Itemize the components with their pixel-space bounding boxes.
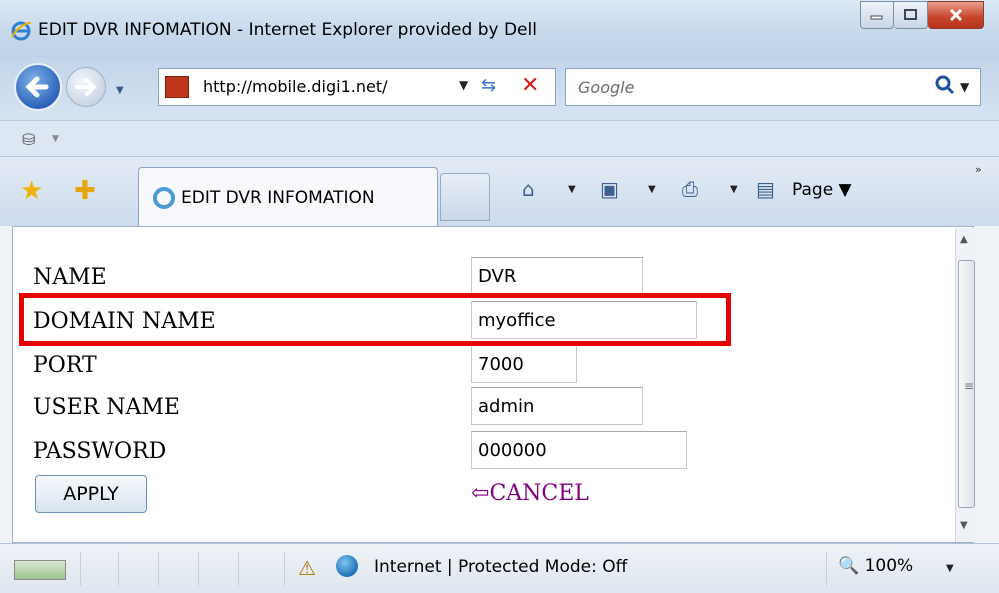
status-divider — [284, 552, 285, 586]
maximize-button[interactable] — [894, 1, 928, 29]
close-button[interactable] — [928, 1, 984, 29]
scroll-grip-icon: ≡ — [964, 379, 975, 393]
progress-indicator — [14, 560, 66, 580]
back-arrow-icon — [25, 76, 49, 98]
new-tab-button[interactable] — [440, 173, 490, 221]
tab-label: EDIT DVR INFOMATION — [181, 188, 375, 208]
address-bar[interactable]: http://mobile.digi1.net/ ▼ ⇆ ✕ — [158, 68, 556, 106]
security-zone-text[interactable]: Internet | Protected Mode: Off — [374, 557, 627, 577]
scroll-down-icon[interactable]: ▼ — [960, 520, 968, 531]
print-dropdown-icon[interactable]: ▼ — [730, 184, 738, 195]
window-title: EDIT DVR INFOMATION - Internet Explorer … — [38, 20, 537, 40]
page-icon[interactable]: ▤ — [756, 177, 775, 201]
connection-icon[interactable]: ⛁ — [22, 130, 35, 149]
site-favicon-icon — [165, 76, 189, 98]
scroll-thumb[interactable]: ≡ — [958, 260, 975, 508]
minimize-button[interactable] — [860, 1, 894, 29]
tab-bar: ★ ✚ EDIT DVR INFOMATION ⌂ ▼ ▣ ▼ ⎙ ▼ ▤ Pa… — [0, 156, 999, 227]
maximize-icon — [903, 9, 917, 20]
zoom-dropdown-icon[interactable]: ▼ — [946, 563, 954, 574]
domain-name-highlight-box — [19, 293, 731, 346]
close-icon — [949, 8, 962, 22]
feeds-dropdown-icon[interactable]: ▼ — [648, 184, 656, 195]
search-box[interactable]: Google ▼ — [565, 68, 981, 106]
back-arrow-small-icon: ⇦ — [471, 481, 490, 506]
password-label: PASSWORD — [33, 439, 167, 464]
address-text[interactable]: http://mobile.digi1.net/ — [203, 77, 387, 96]
toolbar-dropdown-icon[interactable]: ▼ — [52, 134, 59, 144]
name-input[interactable]: DVR — [471, 257, 643, 295]
internet-zone-globe-icon — [336, 555, 358, 577]
add-favorites-icon[interactable]: ✚ — [74, 176, 96, 206]
scroll-up-icon[interactable]: ▲ — [960, 234, 968, 245]
refresh-icon[interactable]: ⇆ — [481, 75, 496, 96]
status-divider — [118, 552, 119, 586]
user-name-input[interactable]: admin — [471, 387, 643, 425]
feeds-icon[interactable]: ▣ — [600, 177, 619, 201]
tab-edit-dvr[interactable]: EDIT DVR INFOMATION — [138, 167, 438, 227]
status-divider — [158, 552, 159, 586]
forward-arrow-icon — [75, 78, 97, 96]
navigation-bar: ▼ http://mobile.digi1.net/ ▼ ⇆ ✕ Google … — [0, 58, 999, 120]
vertical-scrollbar[interactable]: ▲ ≡ ▼ — [955, 228, 977, 542]
title-bar: EDIT DVR INFOMATION - Internet Explorer … — [0, 0, 999, 58]
status-divider — [238, 552, 239, 586]
popup-blocked-icon[interactable]: ⚠ — [298, 556, 316, 580]
status-bar: ⚠ Internet | Protected Mode: Off 🔍 100% … — [0, 543, 999, 593]
ie-logo-icon — [11, 21, 32, 41]
search-icon[interactable] — [934, 74, 956, 96]
print-icon[interactable]: ⎙ — [682, 177, 698, 201]
address-dropdown-icon[interactable]: ▼ — [459, 78, 468, 92]
apply-button[interactable]: APPLY — [35, 475, 147, 513]
port-label: PORT — [33, 353, 97, 378]
home-icon[interactable]: ⌂ — [522, 177, 535, 201]
links-toolbar: ⛁ ▼ — [0, 120, 999, 156]
browser-window: EDIT DVR INFOMATION - Internet Explorer … — [0, 0, 999, 593]
window-controls — [860, 1, 984, 31]
status-divider — [198, 552, 199, 586]
status-divider — [826, 552, 827, 586]
back-button[interactable] — [14, 63, 62, 111]
cancel-link[interactable]: ⇦CANCEL — [471, 481, 589, 506]
home-dropdown-icon[interactable]: ▼ — [568, 184, 576, 195]
zoom-level[interactable]: 🔍 100% — [838, 556, 913, 576]
name-label: NAME — [33, 265, 107, 290]
status-divider — [80, 552, 81, 586]
password-input[interactable]: 000000 — [471, 431, 687, 469]
user-name-label: USER NAME — [33, 395, 180, 420]
search-placeholder[interactable]: Google — [578, 78, 634, 97]
stop-icon[interactable]: ✕ — [521, 73, 539, 98]
forward-button[interactable] — [66, 67, 106, 107]
toolbar-overflow-chevron-icon[interactable]: » — [975, 163, 982, 176]
page-menu-label[interactable]: Page ▼ — [792, 180, 852, 200]
minimize-icon — [870, 15, 883, 20]
page-content: NAME DVR DOMAIN NAME myoffice PORT 7000 … — [12, 226, 974, 543]
port-input[interactable]: 7000 — [471, 345, 577, 383]
recent-pages-dropdown-icon[interactable]: ▼ — [116, 85, 124, 96]
search-options-dropdown-icon[interactable]: ▼ — [960, 80, 969, 94]
loading-icon — [153, 187, 175, 209]
favorites-star-icon[interactable]: ★ — [20, 176, 43, 206]
